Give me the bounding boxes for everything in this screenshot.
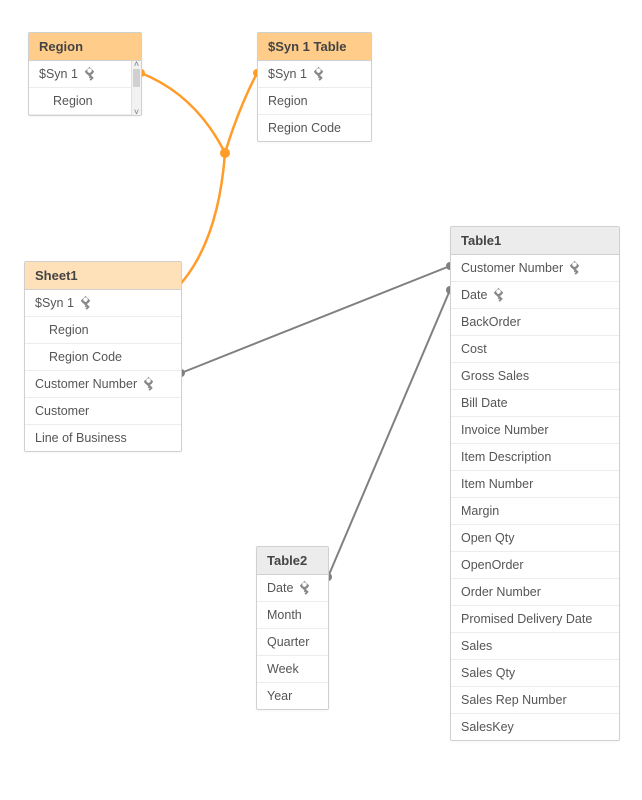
field-label: Margin (461, 504, 499, 518)
field-label: Region Code (268, 121, 341, 135)
node-table2[interactable]: Table2 Date Month Quarter Week Year (256, 546, 329, 710)
field-row[interactable]: Year (257, 683, 328, 709)
field-row[interactable]: SalesKey (451, 714, 619, 740)
field-label: $Syn 1 (35, 296, 74, 310)
field-label: $Syn 1 (39, 67, 78, 81)
field-row[interactable]: BackOrder (451, 309, 619, 336)
key-icon (78, 295, 94, 311)
node-region-header[interactable]: Region (29, 33, 141, 61)
field-label: SalesKey (461, 720, 514, 734)
field-row[interactable]: Customer (25, 398, 181, 425)
field-row[interactable]: Gross Sales (451, 363, 619, 390)
field-row[interactable]: Date (257, 575, 328, 602)
field-label: Invoice Number (461, 423, 549, 437)
node-table1[interactable]: Table1 Customer Number Date BackOrder Co… (450, 226, 620, 741)
key-icon (311, 66, 327, 82)
key-icon (141, 376, 157, 392)
field-label: Year (267, 689, 292, 703)
field-label: Open Qty (461, 531, 515, 545)
field-label: OpenOrder (461, 558, 524, 572)
node-table2-header[interactable]: Table2 (257, 547, 328, 575)
field-label: Region (268, 94, 308, 108)
node-syn1table[interactable]: $Syn 1 Table $Syn 1 Region Region Code (257, 32, 372, 142)
scroll-thumb[interactable] (133, 69, 140, 87)
field-row[interactable]: Line of Business (25, 425, 181, 451)
field-label: Promised Delivery Date (461, 612, 592, 626)
field-label: Cost (461, 342, 487, 356)
field-label: Date (267, 581, 293, 595)
node-sheet1-title: Sheet1 (35, 268, 78, 283)
node-table1-title: Table1 (461, 233, 501, 248)
field-row[interactable]: Week (257, 656, 328, 683)
field-row[interactable]: $Syn 1 (25, 290, 181, 317)
field-row[interactable]: Region Code (258, 115, 371, 141)
key-icon (297, 580, 313, 596)
field-label: Gross Sales (461, 369, 529, 383)
field-row[interactable]: Open Qty (451, 525, 619, 552)
field-label: Region (53, 94, 93, 108)
node-region-title: Region (39, 39, 83, 54)
field-label: Week (267, 662, 299, 676)
node-region[interactable]: Region $Syn 1 Region ˄ ˅ (28, 32, 142, 116)
field-row[interactable]: Bill Date (451, 390, 619, 417)
field-label: Sales Qty (461, 666, 515, 680)
field-label: Line of Business (35, 431, 127, 445)
node-syn1table-title: $Syn 1 Table (268, 39, 347, 54)
node-syn1table-header[interactable]: $Syn 1 Table (258, 33, 371, 61)
key-icon (567, 260, 583, 276)
scroll-down-icon[interactable]: ˅ (132, 107, 141, 117)
field-row[interactable]: Sales Qty (451, 660, 619, 687)
field-label: Customer Number (461, 261, 563, 275)
node-table2-title: Table2 (267, 553, 307, 568)
field-label: Item Description (461, 450, 551, 464)
field-label: Date (461, 288, 487, 302)
scroll-up-icon[interactable]: ˄ (132, 59, 141, 69)
field-row[interactable]: Cost (451, 336, 619, 363)
field-row[interactable]: Region (25, 317, 181, 344)
field-row[interactable]: Region (29, 88, 141, 115)
field-label: $Syn 1 (268, 67, 307, 81)
field-label: BackOrder (461, 315, 521, 329)
field-label: Customer Number (35, 377, 137, 391)
field-row[interactable]: Margin (451, 498, 619, 525)
field-row[interactable]: Quarter (257, 629, 328, 656)
field-label: Region Code (49, 350, 122, 364)
field-row[interactable]: Date (451, 282, 619, 309)
field-label: Quarter (267, 635, 309, 649)
field-row[interactable]: $Syn 1 (258, 61, 371, 88)
field-label: Region (49, 323, 89, 337)
field-label: Sales (461, 639, 492, 653)
field-row[interactable]: OpenOrder (451, 552, 619, 579)
field-row[interactable]: Promised Delivery Date (451, 606, 619, 633)
field-row[interactable]: Customer Number (25, 371, 181, 398)
field-row[interactable]: Item Description (451, 444, 619, 471)
field-label: Sales Rep Number (461, 693, 567, 707)
field-label: Order Number (461, 585, 541, 599)
field-label: Bill Date (461, 396, 508, 410)
field-label: Customer (35, 404, 89, 418)
field-row[interactable]: Region Code (25, 344, 181, 371)
key-icon (82, 66, 98, 82)
key-icon (491, 287, 507, 303)
field-label: Month (267, 608, 302, 622)
field-row[interactable]: Invoice Number (451, 417, 619, 444)
field-row[interactable]: Sales (451, 633, 619, 660)
field-row[interactable]: Item Number (451, 471, 619, 498)
node-sheet1[interactable]: Sheet1 $Syn 1 Region Region Code Custome… (24, 261, 182, 452)
node-table1-header[interactable]: Table1 (451, 227, 619, 255)
field-row[interactable]: Region (258, 88, 371, 115)
node-sheet1-header[interactable]: Sheet1 (25, 262, 181, 290)
field-row[interactable]: Order Number (451, 579, 619, 606)
scrollbar[interactable]: ˄ ˅ (131, 61, 141, 115)
field-label: Item Number (461, 477, 533, 491)
field-row[interactable]: Customer Number (451, 255, 619, 282)
field-row[interactable]: Sales Rep Number (451, 687, 619, 714)
field-row[interactable]: $Syn 1 (29, 61, 141, 88)
field-row[interactable]: Month (257, 602, 328, 629)
